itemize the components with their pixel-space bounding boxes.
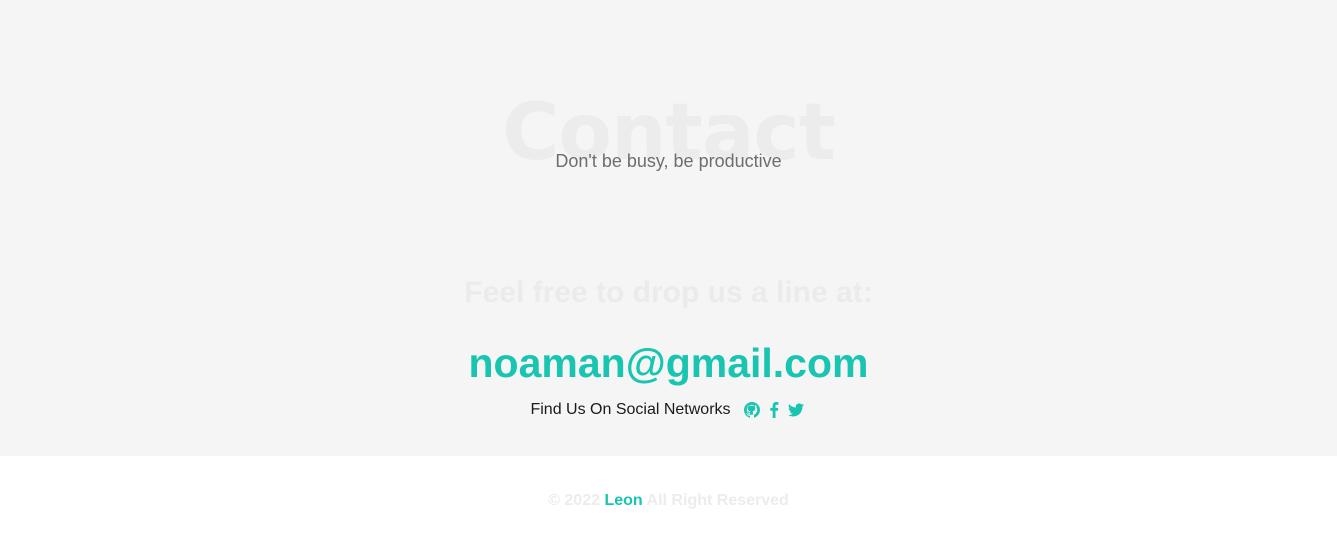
social-networks-label: Find Us On Social Networks (530, 401, 731, 418)
footer: © 2022 Leon All Right Reserved (0, 490, 1337, 512)
footer-copyright-year: © 2022 (548, 492, 601, 509)
facebook-icon[interactable] (765, 401, 783, 419)
contact-section: Contact Don't be busy, be productive Fee… (0, 0, 1337, 456)
contact-subtitle: Don't be busy, be productive (555, 151, 782, 171)
footer-rights-text: All Right Reserved (646, 492, 789, 509)
github-icon[interactable] (743, 401, 761, 419)
social-networks-row: Find Us On Social Networks (0, 399, 1337, 421)
contact-prompt-heading: Feel free to drop us a line at: (464, 276, 873, 309)
footer-brand-link[interactable]: Leon (604, 492, 642, 509)
contact-email-link[interactable]: noaman@gmail.com (0, 339, 1337, 387)
twitter-icon[interactable] (787, 401, 805, 419)
